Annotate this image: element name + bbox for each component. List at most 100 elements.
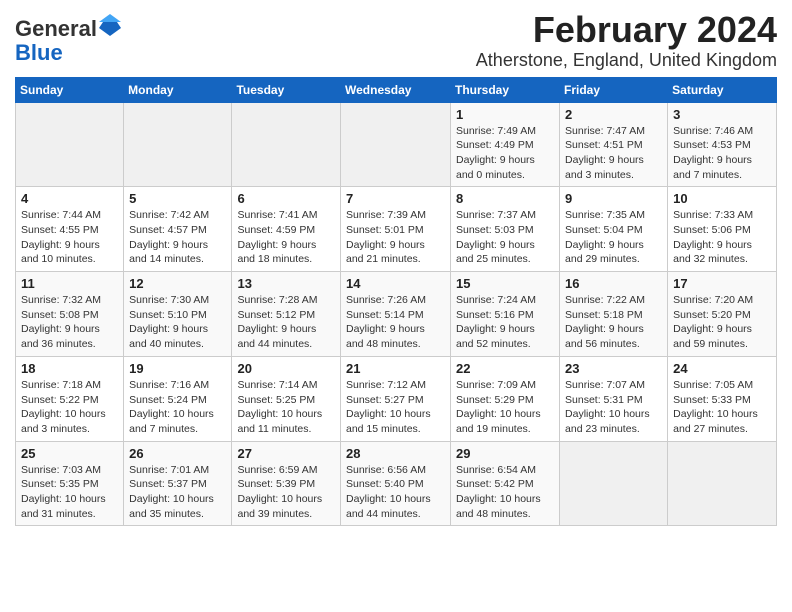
calendar-cell: 22 Sunrise: 7:09 AM Sunset: 5:29 PM Dayli…: [451, 356, 560, 441]
calendar-cell: 26 Sunrise: 7:01 AM Sunset: 5:37 PM Dayli…: [124, 441, 232, 526]
calendar-cell: [341, 102, 451, 187]
calendar-row: 1 Sunrise: 7:49 AM Sunset: 4:49 PM Daylig…: [16, 102, 777, 187]
calendar-row: 25Sunrise: 7:03 AM Sunset: 5:35 PM Dayli…: [16, 441, 777, 526]
calendar-cell: [232, 102, 341, 187]
day-info: Sunrise: 6:59 AM Sunset: 5:39 PM Dayligh…: [237, 463, 335, 522]
calendar-cell: 29 Sunrise: 6:54 AM Sunset: 5:42 PM Dayli…: [451, 441, 560, 526]
day-info: Sunrise: 6:54 AM Sunset: 5:42 PM Dayligh…: [456, 463, 554, 522]
day-number: 8: [456, 191, 554, 206]
day-info: Sunrise: 7:22 AM Sunset: 5:18 PM Dayligh…: [565, 293, 662, 352]
day-number: 13: [237, 276, 335, 291]
day-number: 4: [21, 191, 118, 206]
calendar-cell: 14 Sunrise: 7:26 AM Sunset: 5:14 PM Dayli…: [341, 272, 451, 357]
day-number: 5: [129, 191, 226, 206]
calendar-cell: 6Sunrise: 7:41 AM Sunset: 4:59 PM Daylig…: [232, 187, 341, 272]
day-number: 10: [673, 191, 771, 206]
day-number: 16: [565, 276, 662, 291]
day-number: 9: [565, 191, 662, 206]
day-number: 20: [237, 361, 335, 376]
calendar-table: SundayMondayTuesdayWednesdayThursdayFrid…: [15, 77, 777, 527]
calendar-row: 18Sunrise: 7:18 AM Sunset: 5:22 PM Dayli…: [16, 356, 777, 441]
column-header-sunday: Sunday: [16, 77, 124, 102]
calendar-row: 4 Sunrise: 7:44 AM Sunset: 4:55 PM Daylig…: [16, 187, 777, 272]
column-header-wednesday: Wednesday: [341, 77, 451, 102]
day-number: 19: [129, 361, 226, 376]
subtitle: Atherstone, England, United Kingdom: [476, 50, 777, 71]
day-number: 18: [21, 361, 118, 376]
day-number: 28: [346, 446, 445, 461]
calendar-body: 1 Sunrise: 7:49 AM Sunset: 4:49 PM Daylig…: [16, 102, 777, 526]
day-info: Sunrise: 7:33 AM Sunset: 5:06 PM Dayligh…: [673, 208, 771, 267]
calendar-cell: 25Sunrise: 7:03 AM Sunset: 5:35 PM Dayli…: [16, 441, 124, 526]
day-info: Sunrise: 7:35 AM Sunset: 5:04 PM Dayligh…: [565, 208, 662, 267]
day-info: Sunrise: 7:24 AM Sunset: 5:16 PM Dayligh…: [456, 293, 554, 352]
day-number: 12: [129, 276, 226, 291]
column-header-thursday: Thursday: [451, 77, 560, 102]
day-number: 11: [21, 276, 118, 291]
logo-icon: [99, 14, 121, 36]
calendar-cell: 8 Sunrise: 7:37 AM Sunset: 5:03 PM Daylig…: [451, 187, 560, 272]
day-info: Sunrise: 7:28 AM Sunset: 5:12 PM Dayligh…: [237, 293, 335, 352]
calendar-cell: 23 Sunrise: 7:07 AM Sunset: 5:31 PM Dayli…: [560, 356, 668, 441]
calendar-cell: 12 Sunrise: 7:30 AM Sunset: 5:10 PM Dayli…: [124, 272, 232, 357]
day-info: Sunrise: 7:46 AM Sunset: 4:53 PM Dayligh…: [673, 124, 771, 183]
logo: General Blue: [15, 14, 121, 65]
column-header-friday: Friday: [560, 77, 668, 102]
calendar-cell: 15 Sunrise: 7:24 AM Sunset: 5:16 PM Dayli…: [451, 272, 560, 357]
logo-general-text: General: [15, 16, 97, 41]
title-area: February 2024 Atherstone, England, Unite…: [476, 10, 777, 71]
day-number: 23: [565, 361, 662, 376]
day-number: 24: [673, 361, 771, 376]
day-number: 25: [21, 446, 118, 461]
calendar-cell: 13 Sunrise: 7:28 AM Sunset: 5:12 PM Dayli…: [232, 272, 341, 357]
day-info: Sunrise: 7:44 AM Sunset: 4:55 PM Dayligh…: [21, 208, 118, 267]
day-number: 26: [129, 446, 226, 461]
day-number: 1: [456, 107, 554, 122]
main-title: February 2024: [476, 10, 777, 50]
day-info: Sunrise: 6:56 AM Sunset: 5:40 PM Dayligh…: [346, 463, 445, 522]
day-info: Sunrise: 7:07 AM Sunset: 5:31 PM Dayligh…: [565, 378, 662, 437]
calendar-cell: 16 Sunrise: 7:22 AM Sunset: 5:18 PM Dayli…: [560, 272, 668, 357]
calendar-cell: 7 Sunrise: 7:39 AM Sunset: 5:01 PM Daylig…: [341, 187, 451, 272]
day-info: Sunrise: 7:30 AM Sunset: 5:10 PM Dayligh…: [129, 293, 226, 352]
day-info: Sunrise: 7:47 AM Sunset: 4:51 PM Dayligh…: [565, 124, 662, 183]
day-number: 17: [673, 276, 771, 291]
calendar-cell: 10 Sunrise: 7:33 AM Sunset: 5:06 PM Dayli…: [668, 187, 777, 272]
column-header-tuesday: Tuesday: [232, 77, 341, 102]
day-info: Sunrise: 7:49 AM Sunset: 4:49 PM Dayligh…: [456, 124, 554, 183]
column-headers-row: SundayMondayTuesdayWednesdayThursdayFrid…: [16, 77, 777, 102]
day-number: 29: [456, 446, 554, 461]
column-header-saturday: Saturday: [668, 77, 777, 102]
day-number: 14: [346, 276, 445, 291]
day-number: 3: [673, 107, 771, 122]
day-info: Sunrise: 7:12 AM Sunset: 5:27 PM Dayligh…: [346, 378, 445, 437]
day-info: Sunrise: 7:42 AM Sunset: 4:57 PM Dayligh…: [129, 208, 226, 267]
calendar-cell: 18Sunrise: 7:18 AM Sunset: 5:22 PM Dayli…: [16, 356, 124, 441]
calendar-cell: 11Sunrise: 7:32 AM Sunset: 5:08 PM Dayli…: [16, 272, 124, 357]
header: General Blue February 2024 Atherstone, E…: [15, 10, 777, 71]
calendar-cell: 20 Sunrise: 7:14 AM Sunset: 5:25 PM Dayli…: [232, 356, 341, 441]
logo-blue-text: Blue: [15, 40, 63, 65]
day-info: Sunrise: 7:26 AM Sunset: 5:14 PM Dayligh…: [346, 293, 445, 352]
calendar-cell: 1 Sunrise: 7:49 AM Sunset: 4:49 PM Daylig…: [451, 102, 560, 187]
day-info: Sunrise: 7:37 AM Sunset: 5:03 PM Dayligh…: [456, 208, 554, 267]
day-info: Sunrise: 7:16 AM Sunset: 5:24 PM Dayligh…: [129, 378, 226, 437]
calendar-cell: 9 Sunrise: 7:35 AM Sunset: 5:04 PM Daylig…: [560, 187, 668, 272]
day-number: 22: [456, 361, 554, 376]
day-number: 2: [565, 107, 662, 122]
day-number: 15: [456, 276, 554, 291]
calendar-cell: [560, 441, 668, 526]
calendar-cell: 4 Sunrise: 7:44 AM Sunset: 4:55 PM Daylig…: [16, 187, 124, 272]
column-header-monday: Monday: [124, 77, 232, 102]
calendar-cell: 19 Sunrise: 7:16 AM Sunset: 5:24 PM Dayli…: [124, 356, 232, 441]
calendar-cell: [668, 441, 777, 526]
calendar-cell: [16, 102, 124, 187]
day-number: 7: [346, 191, 445, 206]
day-info: Sunrise: 7:14 AM Sunset: 5:25 PM Dayligh…: [237, 378, 335, 437]
calendar-cell: 28 Sunrise: 6:56 AM Sunset: 5:40 PM Dayli…: [341, 441, 451, 526]
day-info: Sunrise: 7:01 AM Sunset: 5:37 PM Dayligh…: [129, 463, 226, 522]
day-info: Sunrise: 7:39 AM Sunset: 5:01 PM Dayligh…: [346, 208, 445, 267]
day-number: 27: [237, 446, 335, 461]
day-info: Sunrise: 7:09 AM Sunset: 5:29 PM Dayligh…: [456, 378, 554, 437]
day-info: Sunrise: 7:41 AM Sunset: 4:59 PM Dayligh…: [237, 208, 335, 267]
